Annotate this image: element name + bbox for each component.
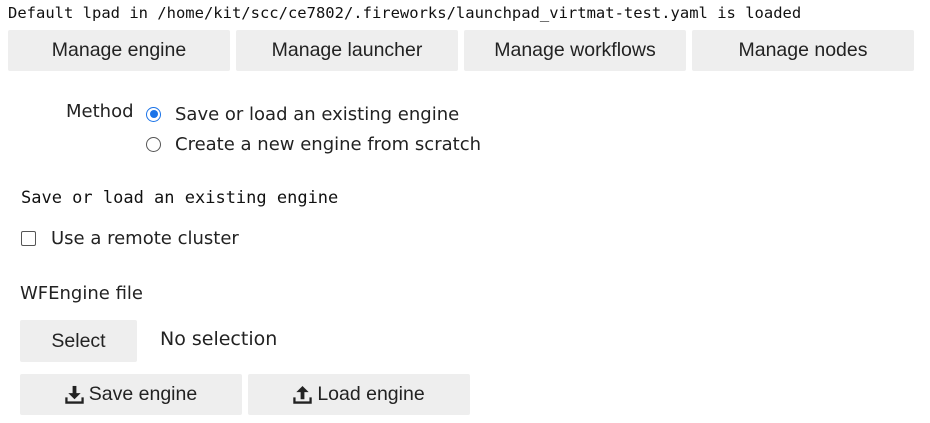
method-options: Save or load an existing engine Create a…	[146, 99, 481, 159]
load-engine-button[interactable]: Load engine	[248, 374, 470, 415]
tab-manage-workflows[interactable]: Manage workflows	[464, 30, 686, 71]
method-label: Method	[66, 101, 134, 122]
wfengine-file-label: WFEngine file	[20, 283, 143, 304]
tab-manage-engine[interactable]: Manage engine	[8, 30, 230, 71]
method-option-label: Create a new engine from scratch	[175, 133, 481, 155]
tab-manage-nodes[interactable]: Manage nodes	[692, 30, 914, 71]
method-selector: Method Save or load an existing engine C…	[66, 99, 481, 159]
status-message: Default lpad in /home/kit/scc/ce7802/.fi…	[8, 4, 802, 22]
upload-icon	[293, 385, 313, 404]
tab-manage-launcher[interactable]: Manage launcher	[236, 30, 458, 71]
radio-button[interactable]	[146, 136, 161, 152]
remote-cluster-checkbox[interactable]	[21, 231, 36, 246]
method-option-create-new[interactable]: Create a new engine from scratch	[146, 129, 481, 159]
select-file-button[interactable]: Select	[20, 320, 137, 362]
tab-bar: Manage engine Manage launcher Manage wor…	[8, 30, 914, 71]
file-selection-status: No selection	[160, 328, 278, 350]
remote-cluster-toggle[interactable]: Use a remote cluster	[21, 228, 239, 249]
radio-button-selected[interactable]	[146, 106, 161, 122]
remote-cluster-label: Use a remote cluster	[51, 228, 239, 249]
save-engine-label: Save engine	[88, 383, 198, 405]
section-title: Save or load an existing engine	[21, 188, 339, 208]
download-icon	[65, 385, 84, 404]
load-engine-label: Load engine	[317, 383, 425, 405]
method-option-label: Save or load an existing engine	[175, 103, 460, 125]
method-option-load-existing[interactable]: Save or load an existing engine	[146, 99, 481, 129]
save-engine-button[interactable]: Save engine	[20, 374, 242, 415]
